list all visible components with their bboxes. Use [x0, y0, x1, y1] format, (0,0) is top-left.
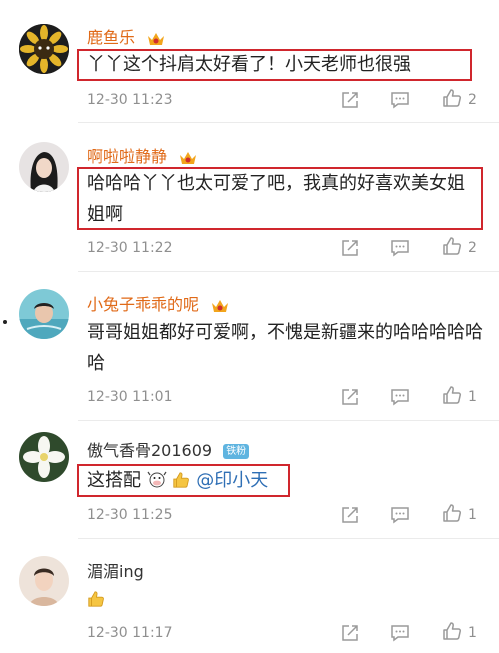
comment-item: 湄湄ing 12-30 11:17 1: [0, 0, 499, 653]
username[interactable]: 湄湄ing: [87, 558, 144, 582]
like-count: 1: [468, 625, 477, 641]
timestamp: 12-30 11:17: [87, 625, 173, 641]
thumbs-up-icon: [88, 591, 104, 607]
avatar[interactable]: [19, 556, 69, 606]
share-icon[interactable]: [340, 623, 360, 643]
boy-avatar-icon: [19, 556, 69, 606]
comment-icon[interactable]: [390, 623, 410, 643]
comment-text: [87, 584, 105, 615]
thumbs-up-outline-icon[interactable]: [442, 621, 462, 641]
